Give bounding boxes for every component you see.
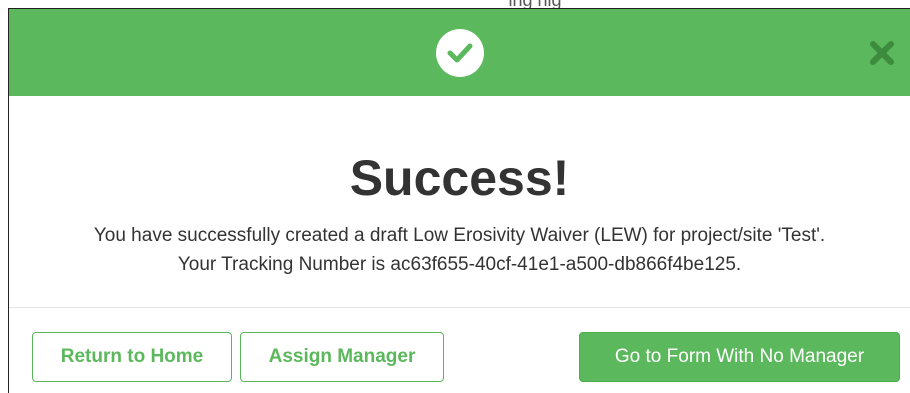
modal-title: Success! — [349, 150, 570, 206]
modal-body: Success! You have successfully created a… — [9, 96, 910, 308]
close-icon — [870, 40, 894, 65]
background-page-text: ing hig — [0, 0, 910, 8]
background-page-text-fragment: ing hig — [508, 0, 561, 8]
go-to-form-no-manager-button[interactable]: Go to Form With No Manager — [579, 332, 900, 382]
modal-footer: Return to Home Assign Manager Go to Form… — [9, 308, 910, 393]
return-to-home-button[interactable]: Return to Home — [32, 332, 232, 382]
success-modal: Success! You have successfully created a… — [8, 8, 910, 393]
tracking-number-line: Your Tracking Number is ac63f655-40cf-41… — [177, 254, 742, 275]
modal-header — [9, 9, 910, 96]
success-message: You have successfully created a draft Lo… — [9, 221, 910, 279]
assign-manager-button[interactable]: Assign Manager — [240, 332, 444, 382]
close-button[interactable] — [866, 37, 898, 69]
checkmark-icon — [447, 43, 472, 62]
screen: ing hig Success! You have successfully c… — [0, 0, 910, 393]
message-line-1: You have successfully created a draft Lo… — [93, 225, 826, 246]
check-circle-icon — [435, 28, 484, 77]
